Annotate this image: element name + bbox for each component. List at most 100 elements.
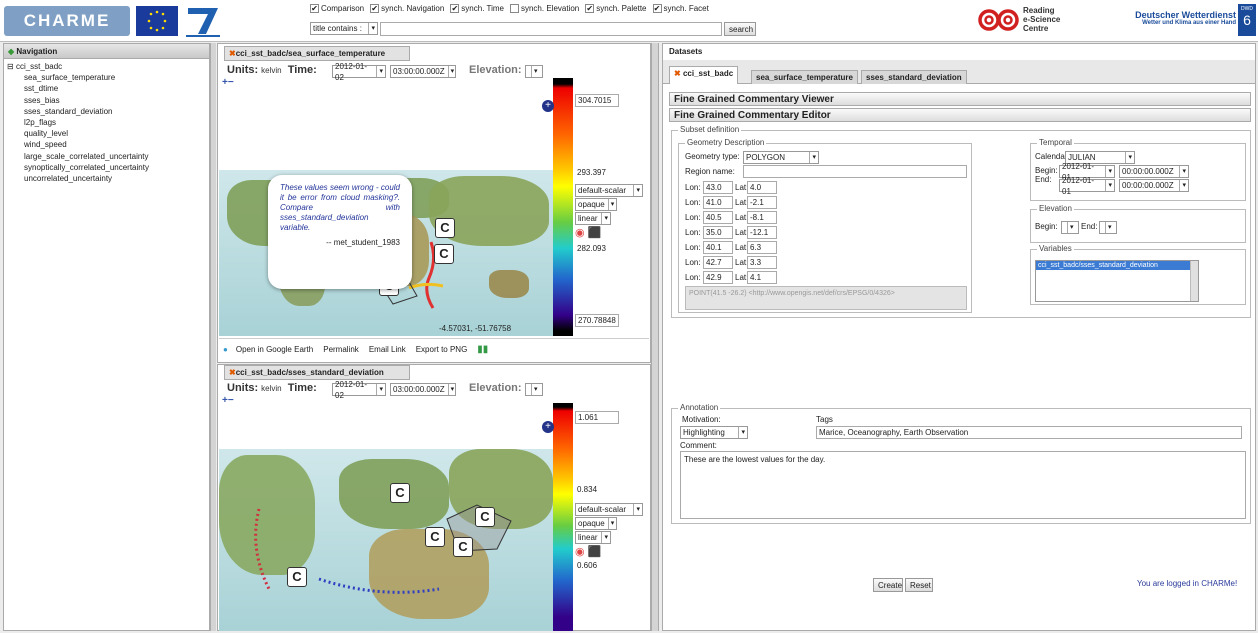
tree-item-l2p-flags[interactable]: l2p_flags (4, 117, 209, 128)
zoom-icon[interactable]: +− (222, 395, 234, 406)
commentary-marker[interactable]: C (434, 244, 454, 264)
tags-input[interactable]: Marice, Oceanography, Earth Observation (816, 426, 1242, 439)
map1-scale-select[interactable]: linear ▾ (575, 212, 611, 225)
right-splitter[interactable] (651, 43, 659, 631)
commentary-marker[interactable]: C (475, 507, 495, 527)
export-png-link[interactable]: Export to PNG (416, 345, 468, 354)
lat-input[interactable]: -8.1 (747, 211, 777, 224)
zoom-in-icon[interactable]: + (542, 100, 554, 112)
tree-item-synoptically-correlated-uncertainty[interactable]: synoptically_correlated_uncertainty (4, 162, 209, 173)
lock-icon[interactable]: ⬛ (588, 227, 602, 239)
map1-elevation-select[interactable]: ▾ (525, 65, 543, 78)
zoom-in-icon[interactable]: + (542, 421, 554, 433)
filter-select[interactable]: title contains : ▾ (310, 22, 378, 35)
map2-date-select[interactable]: 2012-01-02 ▾ (332, 380, 386, 400)
map2-max-input[interactable]: 1.061 (575, 411, 619, 424)
region-name-input[interactable] (743, 165, 967, 178)
lon-input[interactable]: 41.0 (703, 196, 733, 209)
map2-canvas[interactable]: C C C C C (219, 449, 553, 631)
email-link[interactable]: Email Link (369, 345, 406, 354)
comment-textarea[interactable]: These are the lowest values for the day. (680, 451, 1246, 519)
map2-scale-select[interactable]: linear ▾ (575, 531, 611, 544)
map1-min-input[interactable]: 270.78848 (575, 314, 619, 327)
tab-sses-standard-deviation[interactable]: sses_standard_deviation (861, 70, 967, 84)
end-date-select[interactable]: 2012-01-01 ▾ (1059, 176, 1115, 196)
listbox-scrollbar[interactable] (1190, 261, 1198, 301)
begin-time-select[interactable]: 00:00:00.000Z ▾ (1119, 165, 1189, 178)
lon-input[interactable]: 42.9 (703, 271, 733, 284)
map1-date-select[interactable]: 2012-01-02 ▾ (332, 62, 386, 82)
elev-begin-select[interactable]: ▾ (1061, 221, 1079, 234)
commentary-marker[interactable]: C (425, 527, 445, 547)
create-button[interactable]: Create (873, 578, 903, 592)
map2-elevation-select[interactable]: ▾ (525, 383, 543, 396)
synch-time-checkbox[interactable]: ✔ synch. Time (450, 4, 504, 13)
lat-input[interactable]: 6.3 (747, 241, 777, 254)
tree-item-quality-level[interactable]: quality_level (4, 128, 209, 139)
permalink-link[interactable]: Permalink (323, 345, 359, 354)
synch-elevation-checkbox[interactable]: synch. Elevation (509, 4, 579, 13)
lon-input[interactable]: 40.5 (703, 211, 733, 224)
elev-end-select[interactable]: ▾ (1099, 221, 1117, 234)
info-icon[interactable]: ● (223, 345, 228, 354)
map2-panel: ✖cci_sst_badc/sses_standard_deviation Un… (217, 364, 651, 631)
reset-button[interactable]: Reset (905, 578, 933, 592)
lock-icon[interactable]: ⬛ (588, 546, 602, 558)
tree-item-sst-dtime[interactable]: sst_dtime (4, 83, 209, 94)
map1-opacity-select[interactable]: opaque ▾ (575, 198, 617, 211)
map1-palette-select[interactable]: default-scalar ▾ (575, 184, 643, 197)
map2-opacity-select[interactable]: opaque ▾ (575, 517, 617, 530)
commentary-marker[interactable]: C (390, 483, 410, 503)
zoom-icon[interactable]: +− (222, 77, 234, 88)
tree-item-uncorrelated-uncertainty[interactable]: uncorrelated_uncertainty (4, 173, 209, 184)
left-splitter[interactable] (210, 43, 216, 631)
search-button[interactable]: search (724, 22, 756, 36)
lat-input[interactable]: 4.0 (747, 181, 777, 194)
export-icon[interactable]: ▮▮ (477, 344, 488, 355)
color-wheel-icon[interactable]: ◉ (575, 227, 585, 239)
tree-item-sea-surface-temperature[interactable]: sea_surface_temperature (4, 72, 209, 83)
close-icon[interactable]: ✖ (229, 368, 236, 377)
map2-tab[interactable]: ✖cci_sst_badc/sses_standard_deviation (224, 365, 410, 380)
lon-input[interactable]: 43.0 (703, 181, 733, 194)
motivation-select[interactable]: Highlighting ▾ (680, 426, 748, 439)
map1-max-input[interactable]: 304.7015 (575, 94, 619, 107)
lon-input[interactable]: 42.7 (703, 256, 733, 269)
map2-palette-select[interactable]: default-scalar ▾ (575, 503, 643, 516)
synch-facet-checkbox[interactable]: ✔ synch. Facet (652, 4, 709, 13)
commentary-editor-header[interactable]: Fine Grained Commentary Editor (669, 108, 1251, 122)
close-icon[interactable]: ✖ (229, 49, 236, 58)
synch-palette-checkbox[interactable]: ✔ synch. Palette (585, 4, 647, 13)
synch-navigation-checkbox[interactable]: ✔ synch. Navigation (370, 4, 444, 13)
lat-input[interactable]: -12.1 (747, 226, 777, 239)
variable-option[interactable]: cci_sst_badc/sses_standard_deviation (1036, 261, 1198, 270)
tree-root[interactable]: ⊟ cci_sst_badc (4, 61, 209, 72)
tree-item-sses-bias[interactable]: sses_bias (4, 95, 209, 106)
variables-listbox[interactable]: cci_sst_badc/sses_standard_deviation (1035, 260, 1199, 302)
close-icon[interactable]: ✖ (674, 69, 681, 78)
map1-time-select[interactable]: 03:00:00.000Z ▾ (390, 65, 456, 78)
tree-item-sses-standard-deviation[interactable]: sses_standard_deviation (4, 106, 209, 117)
end-time-select[interactable]: 00:00:00.000Z ▾ (1119, 179, 1189, 192)
search-input[interactable] (380, 22, 722, 36)
commentary-marker[interactable]: C (453, 537, 473, 557)
tab-sea-surface-temperature[interactable]: sea_surface_temperature (751, 70, 858, 84)
tree-item-wind-speed[interactable]: wind_speed (4, 139, 209, 150)
map1-tab[interactable]: ✖cci_sst_badc/sea_surface_temperature (224, 46, 410, 61)
comparison-checkbox[interactable]: ✔ Comparison (310, 4, 364, 13)
lat-input[interactable]: -2.1 (747, 196, 777, 209)
commentary-viewer-header[interactable]: Fine Grained Commentary Viewer (669, 92, 1251, 106)
lat-input[interactable]: 3.3 (747, 256, 777, 269)
tab-cci-sst-badc[interactable]: ✖ cci_sst_badc (669, 66, 739, 84)
color-wheel-icon[interactable]: ◉ (575, 546, 585, 558)
map2-time-select[interactable]: 03:00:00.000Z ▾ (390, 383, 456, 396)
lat-input[interactable]: 4.1 (747, 271, 777, 284)
collapse-icon[interactable]: ⊟ (7, 62, 14, 71)
tree-item-large-scale-correlated-uncertainty[interactable]: large_scale_correlated_uncertainty (4, 151, 209, 162)
open-google-earth-link[interactable]: Open in Google Earth (236, 345, 313, 354)
commentary-marker[interactable]: C (435, 218, 455, 238)
lon-input[interactable]: 35.0 (703, 226, 733, 239)
geometry-type-select[interactable]: POLYGON ▾ (743, 151, 819, 164)
commentary-marker[interactable]: C (287, 567, 307, 587)
lon-input[interactable]: 40.1 (703, 241, 733, 254)
